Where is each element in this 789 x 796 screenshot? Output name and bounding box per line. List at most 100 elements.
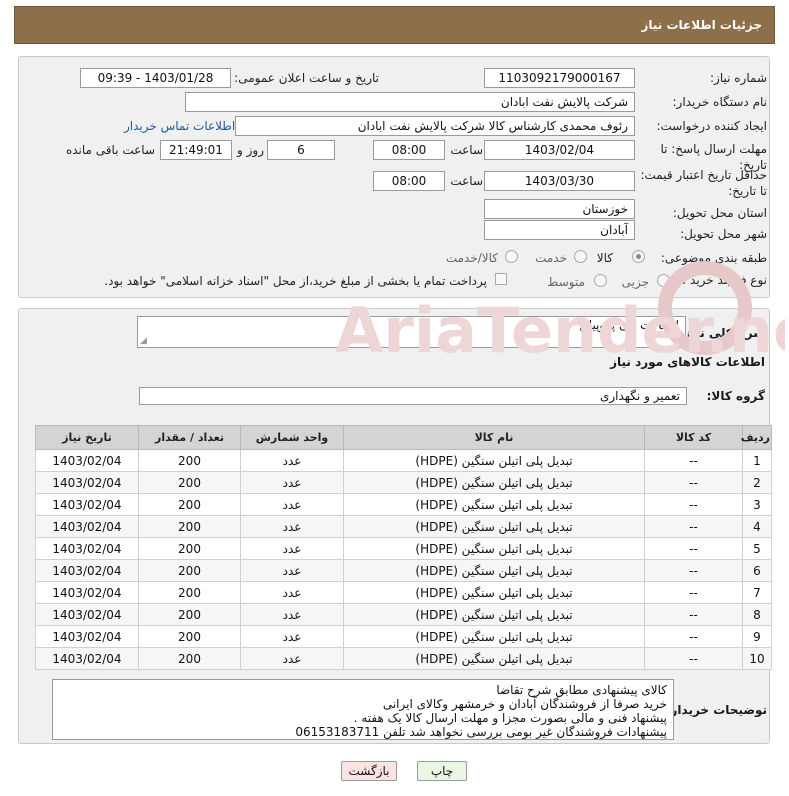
purchase-radio-minor[interactable] [657, 274, 670, 287]
table-row: 7 -- تبدیل پلی اتیلن سنگین (HDPE) عدد 200 140… [35, 581, 772, 604]
cell-need-date: 1403/02/04 [35, 515, 139, 538]
cell-goods-code: -- [644, 537, 743, 560]
table-row: 1 -- تبدیل پلی اتیلن سنگین (HDPE) عدد 200 140… [35, 449, 772, 472]
purchase-option-medium: متوسط [547, 275, 585, 289]
cell-quantity: 200 [138, 603, 241, 626]
back-button[interactable]: بازگشت [341, 761, 397, 781]
table-row: 8 -- تبدیل پلی اتیلن سنگین (HDPE) عدد 200 140… [35, 603, 772, 626]
goods-info-heading: اطلاعات کالاهای مورد نیاز [610, 355, 765, 369]
cell-unit: عدد [240, 515, 344, 538]
need-description-textarea: اتصالات پلی پروپیلن ◢ [137, 316, 686, 348]
cell-need-date: 1403/02/04 [35, 581, 139, 604]
city-label: شهر محل تحویل: [680, 227, 767, 241]
cell-row-number: 9 [742, 625, 772, 648]
cell-goods-name: تبدیل پلی اتیلن سنگین (HDPE) [343, 647, 645, 670]
cell-goods-name: تبدیل پلی اتیلن سنگین (HDPE) [343, 603, 645, 626]
cell-goods-code: -- [644, 515, 743, 538]
table-row: 3 -- تبدیل پلی اتیلن سنگین (HDPE) عدد 200 140… [35, 493, 772, 516]
page-header: جزئیات اطلاعات نیاز [14, 6, 775, 44]
announce-datetime-label: تاریخ و ساعت اعلان عمومی: [234, 71, 379, 85]
reply-time-label: ساعت [450, 143, 483, 157]
cell-need-date: 1403/02/04 [35, 559, 139, 582]
cell-need-date: 1403/02/04 [35, 647, 139, 670]
validity-date-field: 1403/03/30 [484, 171, 635, 191]
buyer-notes-line: پیشنهادات فروشندگان غیر بومی بررسی نخواه… [295, 725, 667, 739]
page-title: جزئیات اطلاعات نیاز [641, 18, 762, 32]
cell-unit: عدد [240, 537, 344, 560]
province-label: استان محل تحویل: [672, 206, 767, 220]
cell-goods-name: تبدیل پلی اتیلن سنگین (HDPE) [343, 515, 645, 538]
price-validity-label: حداقل تاریخ اعتبار قیمت: تا تاریخ: [640, 168, 767, 198]
cell-unit: عدد [240, 559, 344, 582]
purchase-option-minor: جزیی [621, 275, 649, 289]
cell-goods-code: -- [644, 603, 743, 626]
table-row: 5 -- تبدیل پلی اتیلن سنگین (HDPE) عدد 200 140… [35, 537, 772, 560]
cell-unit: عدد [240, 493, 344, 516]
buyer-notes-line: پیشنهاد فنی و مالی بصورت مجزا و مهلت ارس… [353, 711, 667, 725]
cell-goods-code: -- [644, 559, 743, 582]
cell-row-number: 6 [742, 559, 772, 582]
cell-goods-code: -- [644, 647, 743, 670]
purchase-radio-medium[interactable] [594, 274, 607, 287]
cell-row-number: 8 [742, 603, 772, 626]
cell-goods-name: تبدیل پلی اتیلن سنگین (HDPE) [343, 449, 645, 472]
buyer-notes-textarea: کالای پیشنهادی مطابق شرح تقاضا خرید صرفا… [52, 679, 674, 740]
cell-unit: عدد [240, 647, 344, 670]
goods-table-header: ردیف کد کالا نام کالا واحد شمارش تعداد /… [35, 425, 772, 450]
buyer-notes-line: کالای پیشنهادی مطابق شرح تقاضا [496, 683, 667, 697]
need-description-label: شرح کلی نیاز: [679, 326, 765, 340]
cell-need-date: 1403/02/04 [35, 625, 139, 648]
category-label: طبقه بندی موضوعی: [660, 251, 767, 265]
cell-row-number: 5 [742, 537, 772, 560]
cell-need-date: 1403/02/04 [35, 449, 139, 472]
cell-unit: عدد [240, 625, 344, 648]
cell-unit: عدد [240, 603, 344, 626]
table-row: 4 -- تبدیل پلی اتیلن سنگین (HDPE) عدد 200 140… [35, 515, 772, 538]
reply-time-field: 08:00 [373, 140, 445, 160]
cell-need-date: 1403/02/04 [35, 493, 139, 516]
cell-need-date: 1403/02/04 [35, 537, 139, 560]
category-radio-goods-service[interactable] [505, 250, 518, 263]
resize-grip-icon: ◢ [140, 336, 147, 346]
province-field: خوزستان [484, 199, 635, 219]
days-remaining-field: 6 [267, 140, 335, 160]
cell-row-number: 2 [742, 471, 772, 494]
days-and-label: روز و [237, 143, 264, 157]
cell-row-number: 10 [742, 647, 772, 670]
cell-goods-code: -- [644, 493, 743, 516]
buyer-contact-link[interactable]: اطلاعات تماس خریدار [124, 119, 235, 133]
cell-row-number: 7 [742, 581, 772, 604]
cell-quantity: 200 [138, 515, 241, 538]
cell-quantity: 200 [138, 449, 241, 472]
need-description-text: اتصالات پلی پروپیلن [579, 318, 679, 332]
category-option-goods: کالا [596, 251, 613, 265]
cell-goods-name: تبدیل پلی اتیلن سنگین (HDPE) [343, 537, 645, 560]
buyer-org-field: شرکت پالایش نفت ابادان [185, 92, 635, 112]
cell-row-number: 3 [742, 493, 772, 516]
category-radio-service[interactable] [574, 250, 587, 263]
buyer-org-label: نام دستگاه خریدار: [672, 95, 768, 109]
category-radio-goods[interactable] [632, 250, 645, 263]
cell-quantity: 200 [138, 581, 241, 604]
cell-goods-code: -- [644, 449, 743, 472]
print-button[interactable]: چاپ [417, 761, 467, 781]
purchase-type-label: نوع فرآیند خرید : [682, 273, 767, 287]
category-option-service: خدمت [535, 251, 567, 265]
table-row: 10 -- تبدیل پلی اتیلن سنگین (HDPE) عدد 200 14… [35, 647, 772, 670]
col-header-quantity: تعداد / مقدار [138, 425, 241, 450]
announce-datetime-field: 1403/01/28 - 09:39 [80, 68, 231, 88]
col-header-unit: واحد شمارش [240, 425, 344, 450]
col-header-goods-code: کد کالا [644, 425, 743, 450]
countdown-field: 21:49:01 [160, 140, 232, 160]
category-option-goods-service: کالا/خدمت [445, 251, 498, 265]
treasury-payment-checkbox[interactable] [495, 273, 507, 285]
cell-goods-code: -- [644, 625, 743, 648]
goods-group-field: تعمیر و نگهداری [139, 387, 687, 405]
goods-group-label: گروه کالا: [706, 389, 765, 403]
reply-date-field: 1403/02/04 [484, 140, 635, 160]
cell-unit: عدد [240, 449, 344, 472]
validity-time-label: ساعت [450, 174, 483, 188]
cell-need-date: 1403/02/04 [35, 471, 139, 494]
cell-goods-name: تبدیل پلی اتیلن سنگین (HDPE) [343, 493, 645, 516]
treasury-payment-note: پرداخت تمام یا بخشی از مبلغ خرید،از محل … [104, 274, 487, 288]
